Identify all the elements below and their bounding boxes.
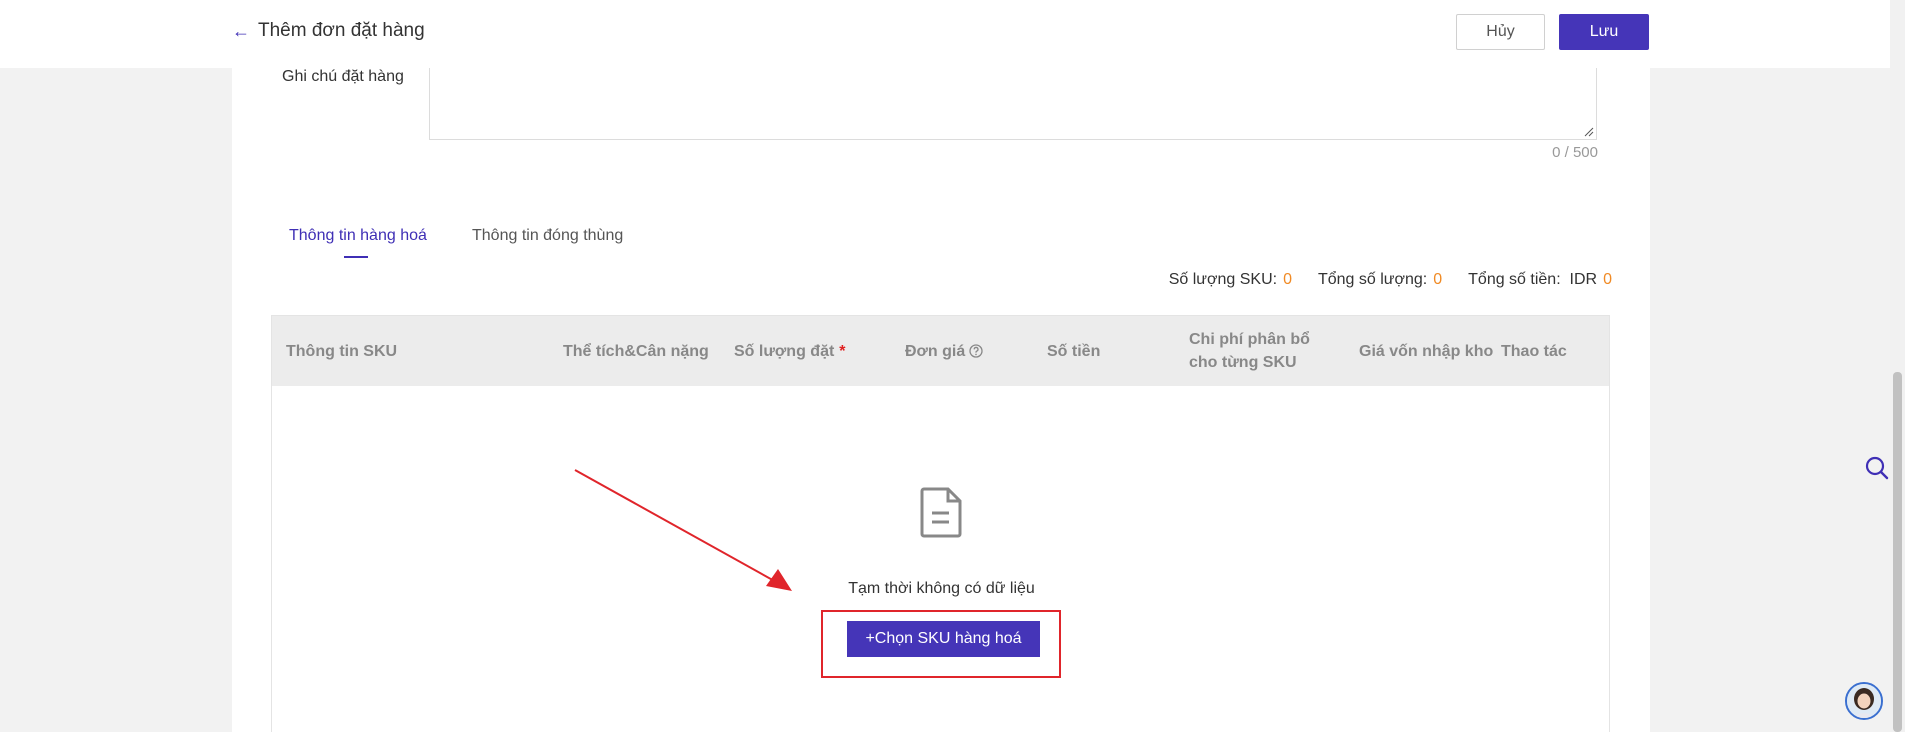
- tab-packing-info[interactable]: Thông tin đóng thùng: [472, 227, 623, 245]
- col-allocated-cost: Chi phí phân bổ cho từng SKU: [1189, 331, 1310, 371]
- col-actions: Thao tác: [1501, 342, 1567, 360]
- total-amount: Tổng số tiền: IDR 0: [1468, 271, 1612, 288]
- col-amount: Số tiền: [1047, 342, 1101, 360]
- total-quantity: Tổng số lượng: 0: [1317, 271, 1443, 288]
- form-panel: Ghi chú đặt hàng 0 / 500 Thông tin hàng …: [232, 64, 1650, 732]
- scrollbar-thumb[interactable]: [1893, 372, 1902, 732]
- support-avatar[interactable]: [1845, 682, 1883, 720]
- note-char-counter: 0 / 500: [1552, 144, 1598, 161]
- col-order-quantity: Số lượng đặt *: [734, 316, 846, 386]
- col-inbound-cost: Giá vốn nhập kho: [1359, 342, 1494, 360]
- note-label: Ghi chú đặt hàng: [282, 68, 404, 85]
- sku-count: Số lượng SKU: 0: [1168, 271, 1292, 288]
- page-title: Thêm đơn đặt hàng: [258, 20, 425, 41]
- order-summary: Số lượng SKU: 0 Tổng số lượng: 0 Tổng số t…: [1169, 271, 1612, 289]
- add-sku-button[interactable]: +Chọn SKU hàng hoá: [847, 621, 1040, 657]
- cancel-button[interactable]: Hủy: [1456, 14, 1545, 50]
- table-header: Thông tin SKU Thể tích&Cân nặng Số lượng…: [272, 316, 1609, 386]
- required-mark: *: [839, 342, 846, 360]
- back-link[interactable]: ← Thêm đơn đặt hàng: [232, 20, 425, 42]
- save-button[interactable]: Lưu: [1559, 14, 1649, 50]
- col-volume-weight: Thể tích&Cân nặng: [563, 342, 709, 360]
- sku-table: Thông tin SKU Thể tích&Cân nặng Số lượng…: [271, 315, 1610, 732]
- col-sku-info: Thông tin SKU: [286, 342, 398, 360]
- back-arrow-icon: ←: [232, 20, 250, 41]
- empty-state-text: Tạm thời không có dữ liệu: [848, 580, 1035, 597]
- empty-document-icon: [920, 487, 962, 538]
- help-circle-icon[interactable]: [969, 344, 983, 358]
- note-textarea[interactable]: [429, 64, 1597, 140]
- col-unit-price: Đơn giá: [905, 316, 983, 386]
- avatar-face-icon: [1847, 684, 1881, 718]
- active-tab-indicator: [344, 256, 368, 258]
- tab-product-info[interactable]: Thông tin hàng hoá: [289, 227, 427, 245]
- top-bar: ← Thêm đơn đặt hàng Hủy Lưu: [0, 0, 1890, 68]
- resize-grip-icon[interactable]: [1584, 127, 1594, 137]
- search-icon[interactable]: [1864, 455, 1890, 481]
